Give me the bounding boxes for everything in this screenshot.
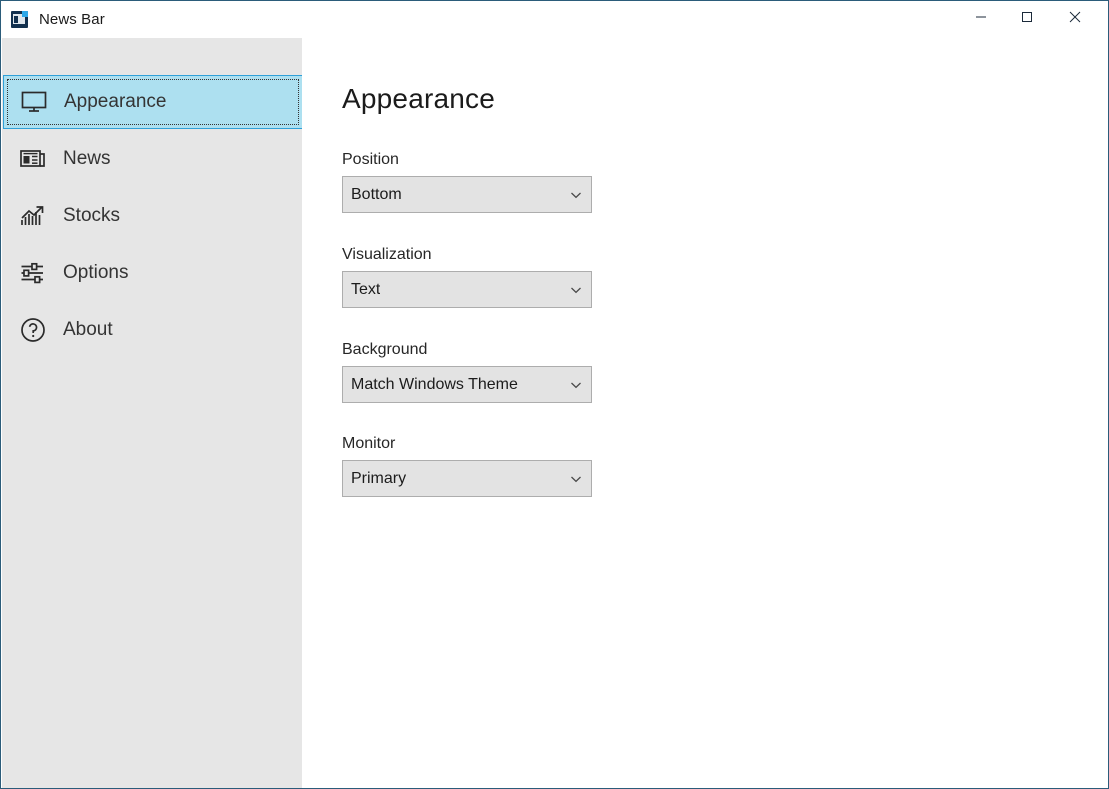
question-circle-icon bbox=[17, 317, 49, 343]
maximize-button[interactable] bbox=[1004, 1, 1050, 33]
sidebar-item-options[interactable]: Options bbox=[3, 246, 303, 300]
sidebar-item-label: News bbox=[63, 148, 111, 169]
position-dropdown[interactable]: Bottom bbox=[342, 176, 592, 213]
page-title: Appearance bbox=[342, 83, 496, 114]
dropdown-value: Bottom bbox=[351, 185, 402, 203]
field-position: Position Bottom bbox=[342, 151, 592, 213]
close-icon bbox=[1069, 11, 1081, 23]
sidebar-item-label: Stocks bbox=[63, 205, 121, 226]
app-window: News Bar Appearance News Stocks Options … bbox=[0, 0, 1109, 789]
chevron-down-icon bbox=[570, 381, 582, 389]
close-button[interactable] bbox=[1052, 1, 1098, 33]
field-monitor: Monitor Primary bbox=[342, 435, 592, 497]
title-bar-left: News Bar bbox=[1, 1, 105, 38]
sidebar-item-appearance[interactable]: Appearance bbox=[3, 75, 303, 129]
dropdown-value: Match Windows Theme bbox=[351, 375, 518, 393]
visualization-dropdown[interactable]: Text bbox=[342, 271, 592, 308]
chevron-down-icon bbox=[570, 475, 582, 483]
title-bar: News Bar bbox=[1, 1, 1108, 38]
chevron-down-icon bbox=[570, 286, 582, 294]
content-panel: Appearance Position Bottom Visualization… bbox=[302, 38, 1108, 788]
monitor-dropdown[interactable]: Primary bbox=[342, 460, 592, 497]
sidebar-item-label: Appearance bbox=[64, 91, 167, 112]
dropdown-value: Text bbox=[351, 280, 381, 298]
news-bar-app-icon bbox=[11, 11, 28, 28]
sidebar-item-stocks[interactable]: Stocks bbox=[3, 189, 303, 243]
sidebar-item-label: Options bbox=[63, 262, 129, 283]
field-visualization: Visualization Text bbox=[342, 246, 592, 308]
sliders-icon bbox=[17, 262, 49, 284]
monitor-icon bbox=[18, 91, 50, 113]
dropdown-value: Primary bbox=[351, 469, 407, 487]
maximize-icon bbox=[1022, 12, 1032, 22]
window-title: News Bar bbox=[39, 11, 105, 28]
field-background: Background Match Windows Theme bbox=[342, 341, 592, 403]
field-label: Visualization bbox=[342, 246, 432, 263]
minimize-icon bbox=[976, 16, 986, 18]
sidebar-item-about[interactable]: About bbox=[3, 303, 303, 357]
field-label: Monitor bbox=[342, 435, 396, 452]
sidebar-item-news[interactable]: News bbox=[3, 132, 303, 186]
newspaper-icon bbox=[17, 148, 49, 170]
chart-up-icon bbox=[17, 204, 49, 228]
background-dropdown[interactable]: Match Windows Theme bbox=[342, 366, 592, 403]
sidebar-item-label: About bbox=[63, 319, 113, 340]
field-label: Position bbox=[342, 151, 399, 168]
sidebar: Appearance News Stocks Options About bbox=[2, 38, 303, 788]
field-label: Background bbox=[342, 341, 428, 358]
chevron-down-icon bbox=[570, 191, 582, 199]
minimize-button[interactable] bbox=[958, 1, 1004, 33]
